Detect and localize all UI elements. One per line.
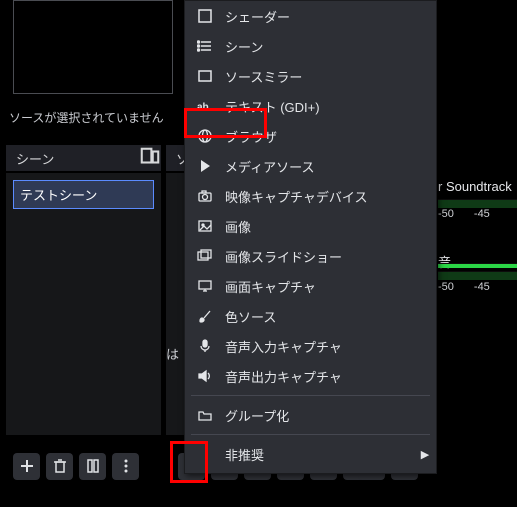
menu-item-source-mirror[interactable]: ソースミラー	[185, 61, 436, 91]
camera-icon	[197, 188, 213, 204]
microphone-icon	[197, 338, 213, 354]
add-source-menu: シェーダー シーン ソースミラー ab テキスト (GDI+) ブラウザ メディ…	[184, 0, 437, 474]
scenes-title: シーン	[16, 149, 139, 168]
menu-separator	[191, 434, 430, 435]
mirror-icon	[197, 68, 213, 84]
status-text: ソースが選択されていません	[9, 106, 169, 130]
tick-value: -45	[474, 208, 490, 220]
scene-item-selected[interactable]: テストシーン	[13, 180, 154, 209]
menu-item-shader[interactable]: シェーダー	[185, 1, 436, 31]
audio-meter-2-active	[438, 263, 517, 268]
menu-label: テキスト (GDI+)	[225, 97, 436, 116]
audio-desktop-label: r Soundtrack	[438, 179, 512, 194]
globe-icon	[197, 128, 213, 144]
menu-label: メディアソース	[225, 157, 436, 176]
menu-item-text-gdi[interactable]: ab テキスト (GDI+)	[185, 91, 436, 121]
menu-separator	[191, 395, 430, 396]
sources-title: ソ	[176, 149, 184, 168]
brush-icon	[197, 308, 213, 324]
submenu-arrow-icon: ▶	[414, 448, 436, 461]
menu-item-image[interactable]: 画像	[185, 211, 436, 241]
menu-item-image-slideshow[interactable]: 画像スライドショー	[185, 241, 436, 271]
tick-value: -50	[438, 208, 454, 220]
list-icon	[197, 38, 213, 54]
menu-item-display-capture[interactable]: 画面キャプチャ	[185, 271, 436, 301]
monitor-icon	[197, 278, 213, 294]
scenes-list: テストシーン	[6, 173, 161, 435]
tick-value: -50	[438, 281, 454, 293]
menu-item-media-source[interactable]: メディアソース	[185, 151, 436, 181]
menu-item-scene[interactable]: シーン	[185, 31, 436, 61]
menu-item-video-capture[interactable]: 映像キャプチャデバイス	[185, 181, 436, 211]
menu-label: シェーダー	[225, 7, 436, 26]
menu-label: ソースミラー	[225, 67, 436, 86]
svg-text:ab: ab	[197, 102, 209, 113]
menu-label: 画像スライドショー	[225, 247, 436, 266]
speaker-icon	[197, 368, 213, 384]
add-scene-button[interactable]	[13, 453, 40, 480]
scene-filters-button[interactable]	[79, 453, 106, 480]
sources-list	[166, 173, 184, 435]
menu-label: 色ソース	[225, 307, 436, 326]
audio-ticks-1: -50 -45	[438, 208, 490, 220]
delete-scene-button[interactable]	[46, 453, 73, 480]
menu-label: 映像キャプチャデバイス	[225, 187, 436, 206]
menu-label: 音声出力キャプチャ	[225, 367, 436, 386]
folder-icon	[197, 407, 213, 423]
audio-meter-2	[438, 271, 517, 280]
audio-ticks-2: -50 -45	[438, 281, 490, 293]
tick-value: -45	[474, 281, 490, 293]
menu-label: シーン	[225, 37, 436, 56]
menu-item-deprecated[interactable]: 非推奨 ▶	[185, 439, 436, 469]
audio-meter-1	[438, 199, 517, 208]
menu-label: グループ化	[225, 406, 436, 425]
audio-mic-label: 音	[438, 252, 517, 271]
menu-label: ブラウザ	[225, 127, 436, 146]
shader-icon	[197, 8, 213, 24]
play-icon	[197, 158, 213, 174]
scene-more-button[interactable]	[112, 453, 139, 480]
truncated-text: は	[166, 344, 183, 363]
menu-item-audio-output[interactable]: 音声出力キャプチャ	[185, 361, 436, 391]
image-icon	[197, 218, 213, 234]
dock-pop-out-icon[interactable]	[139, 146, 161, 171]
menu-item-group[interactable]: グループ化	[185, 400, 436, 430]
menu-item-audio-input[interactable]: 音声入力キャプチャ	[185, 331, 436, 361]
scenes-panel-header: シーン	[6, 145, 161, 171]
menu-item-color-source[interactable]: 色ソース	[185, 301, 436, 331]
menu-item-browser[interactable]: ブラウザ	[185, 121, 436, 151]
menu-label: 画像	[225, 217, 436, 236]
text-icon: ab	[197, 98, 213, 114]
menu-label: 音声入力キャプチャ	[225, 337, 436, 356]
menu-label: 画面キャプチャ	[225, 277, 436, 296]
preview-area	[13, 0, 173, 94]
scenes-toolbar	[13, 451, 139, 481]
slideshow-icon	[197, 248, 213, 264]
sources-panel-header: ソ	[166, 145, 184, 171]
menu-label: 非推奨	[225, 445, 402, 464]
